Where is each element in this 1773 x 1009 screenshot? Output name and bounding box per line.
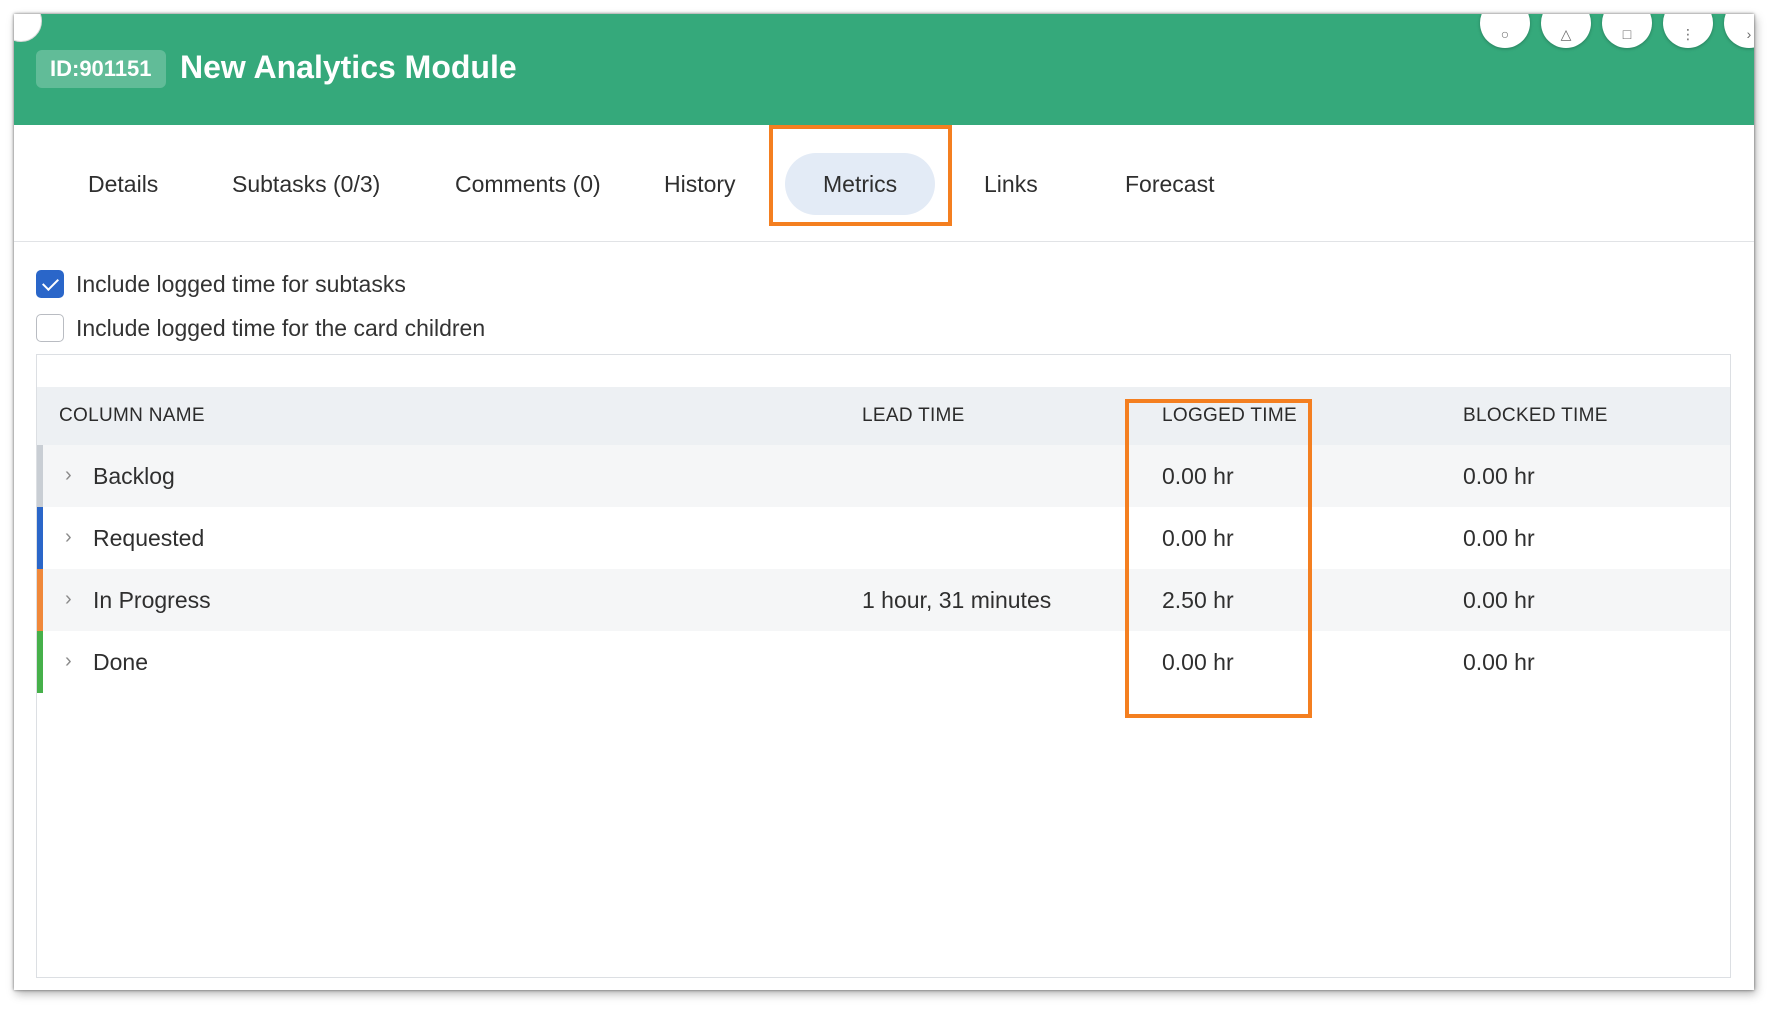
more-icon[interactable]: ⋮ [1663, 14, 1713, 48]
subtasks-checkbox-label: Include logged time for subtasks [76, 270, 406, 297]
chevron-right-icon[interactable]: › [65, 507, 72, 569]
row-color-bar [37, 569, 43, 631]
card-header: ID:901151 New Analytics Module ○ △ □ ⋮ › [14, 14, 1754, 125]
table-row[interactable]: › Done 0.00 hr 0.00 hr [37, 631, 1730, 693]
row-blocked-time: 0.00 hr [1463, 463, 1535, 489]
tab-forecast[interactable]: Forecast [1087, 153, 1252, 215]
card-children-checkbox-label: Include logged time for the card childre… [76, 314, 486, 341]
table-row[interactable]: › Backlog 0.00 hr 0.00 hr [37, 445, 1730, 507]
option-include-subtasks[interactable]: Include logged time for subtasks [36, 269, 406, 299]
row-column-name: Done [93, 649, 148, 675]
row-column-name: In Progress [93, 587, 211, 613]
header-column-name: COLUMN NAME [59, 405, 205, 426]
card-title: New Analytics Module [180, 49, 517, 85]
card-id-badge: ID:901151 [36, 50, 166, 88]
table-header: COLUMN NAME LEAD TIME LOGGED TIME BLOCKE… [37, 387, 1730, 445]
card-children-checkbox[interactable] [36, 314, 64, 342]
header-blocked-time: BLOCKED TIME [1463, 405, 1608, 426]
metrics-table: COLUMN NAME LEAD TIME LOGGED TIME BLOCKE… [36, 354, 1731, 978]
tab-links[interactable]: Links [946, 153, 1076, 215]
table-row[interactable]: › Requested 0.00 hr 0.00 hr [37, 507, 1730, 569]
tab-bar: Details Subtasks (0/3) Comments (0) Hist… [14, 125, 1754, 242]
chevron-icon[interactable]: › [1724, 14, 1754, 48]
row-color-bar [37, 507, 43, 569]
row-color-bar [37, 631, 43, 693]
header-lead-time: LEAD TIME [862, 405, 965, 426]
row-logged-time: 2.50 hr [1162, 587, 1234, 613]
row-blocked-time: 0.00 hr [1463, 649, 1535, 675]
tab-comments[interactable]: Comments (0) [417, 153, 639, 215]
row-blocked-time: 0.00 hr [1463, 525, 1535, 551]
table-row[interactable]: › In Progress 1 hour, 31 minutes 2.50 hr… [37, 569, 1730, 631]
board-icon[interactable]: □ [1602, 14, 1652, 48]
row-column-name: Backlog [93, 463, 175, 489]
comment-icon[interactable]: ○ [1480, 14, 1530, 48]
tab-history[interactable]: History [626, 153, 774, 215]
header-logged-time: LOGGED TIME [1162, 405, 1297, 426]
tab-metrics[interactable]: Metrics [785, 153, 936, 215]
subtasks-checkbox[interactable] [36, 270, 64, 298]
row-blocked-time: 0.00 hr [1463, 587, 1535, 613]
row-logged-time: 0.00 hr [1162, 463, 1234, 489]
row-color-bar [37, 445, 43, 507]
chevron-right-icon[interactable]: › [65, 569, 72, 631]
card-dialog: ID:901151 New Analytics Module ○ △ □ ⋮ ›… [14, 14, 1754, 990]
row-lead-time: 1 hour, 31 minutes [862, 587, 1052, 613]
row-logged-time: 0.00 hr [1162, 649, 1234, 675]
chevron-right-icon[interactable]: › [65, 631, 72, 693]
row-column-name: Requested [93, 525, 205, 551]
tab-subtasks[interactable]: Subtasks (0/3) [194, 153, 418, 215]
person-icon[interactable]: △ [1541, 14, 1591, 48]
row-logged-time: 0.00 hr [1162, 525, 1234, 551]
chevron-right-icon[interactable]: › [65, 445, 72, 507]
option-include-card-children[interactable]: Include logged time for the card childre… [36, 313, 485, 343]
tab-details[interactable]: Details [50, 153, 196, 215]
